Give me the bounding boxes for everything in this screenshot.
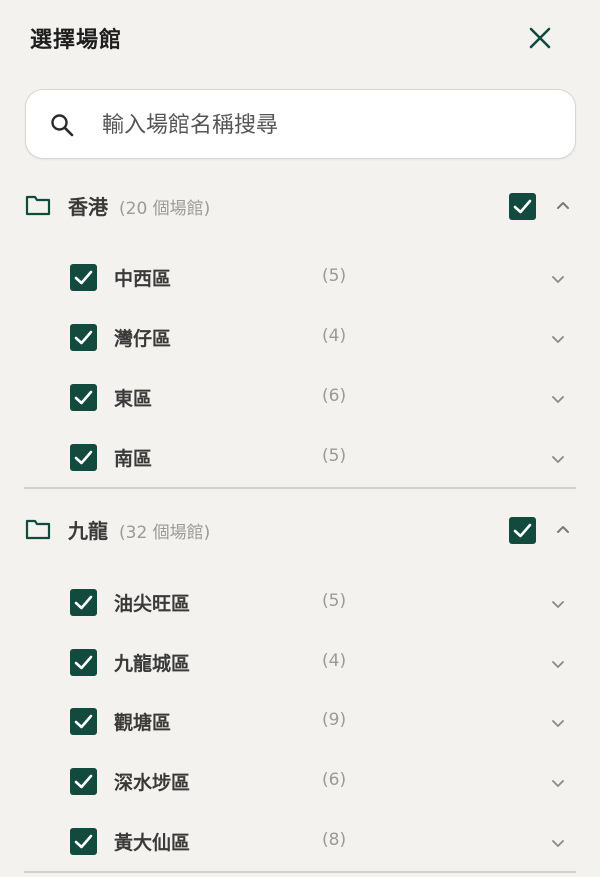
district-count: (5) bbox=[322, 446, 347, 466]
check-icon bbox=[74, 390, 93, 405]
chevron-down-icon[interactable] bbox=[549, 774, 567, 792]
close-icon bbox=[529, 27, 551, 49]
district-checkbox[interactable] bbox=[70, 264, 97, 291]
check-icon bbox=[74, 450, 93, 465]
chevron-down-icon[interactable] bbox=[549, 655, 567, 673]
district-row[interactable]: 九龍城區 (4) bbox=[0, 633, 600, 693]
check-icon bbox=[513, 523, 532, 538]
chevron-down-icon[interactable] bbox=[549, 595, 567, 613]
district-count: (4) bbox=[322, 326, 347, 346]
district-row[interactable]: 灣仔區 (4) bbox=[0, 308, 600, 368]
district-name: 深水埗區 bbox=[114, 772, 191, 794]
district-count: (9) bbox=[322, 710, 347, 730]
group-checkbox-kowloon[interactable] bbox=[509, 517, 536, 544]
header: 選擇場館 bbox=[0, 0, 600, 76]
district-name: 黃大仙區 bbox=[114, 832, 191, 854]
district-count: (8) bbox=[322, 830, 347, 850]
chevron-down-icon[interactable] bbox=[549, 834, 567, 852]
district-count: (5) bbox=[322, 266, 347, 286]
district-checkbox[interactable] bbox=[70, 708, 97, 735]
district-name: 油尖旺區 bbox=[114, 593, 191, 615]
district-row[interactable]: 觀塘區 (9) bbox=[0, 692, 600, 752]
check-icon bbox=[74, 714, 93, 729]
chevron-down-icon[interactable] bbox=[549, 390, 567, 408]
district-name: 觀塘區 bbox=[114, 712, 172, 734]
search-icon bbox=[51, 114, 74, 137]
check-icon bbox=[74, 270, 93, 285]
group-checkbox-hong-kong[interactable] bbox=[509, 193, 536, 220]
district-checkbox[interactable] bbox=[70, 384, 97, 411]
check-icon bbox=[74, 595, 93, 610]
chevron-up-icon[interactable] bbox=[554, 521, 572, 539]
district-checkbox[interactable] bbox=[70, 324, 97, 351]
group-name: 九龍 bbox=[68, 519, 108, 543]
district-row[interactable]: 南區 (5) bbox=[0, 428, 600, 488]
chevron-down-icon[interactable] bbox=[549, 450, 567, 468]
district-row[interactable]: 深水埗區 (6) bbox=[0, 752, 600, 812]
district-count: (6) bbox=[322, 770, 347, 790]
folder-icon bbox=[25, 195, 51, 216]
district-name: 南區 bbox=[114, 448, 153, 470]
page-title: 選擇場館 bbox=[30, 28, 123, 53]
district-count: (5) bbox=[322, 591, 347, 611]
group-hong-kong: 香港 (20 個場館) 中西區 (5) 灣仔區 (4) 東區 (6) 南區 (5… bbox=[0, 178, 600, 488]
search-input[interactable] bbox=[102, 106, 542, 144]
check-icon bbox=[74, 774, 93, 789]
check-icon bbox=[513, 199, 532, 214]
close-button[interactable] bbox=[524, 22, 556, 54]
district-checkbox[interactable] bbox=[70, 649, 97, 676]
district-name: 灣仔區 bbox=[114, 328, 172, 350]
district-row[interactable]: 中西區 (5) bbox=[0, 248, 600, 308]
check-icon bbox=[74, 834, 93, 849]
folder-icon bbox=[25, 519, 51, 540]
group-divider bbox=[24, 871, 576, 873]
district-row[interactable]: 黃大仙區 (8) bbox=[0, 812, 600, 872]
district-row[interactable]: 油尖旺區 (5) bbox=[0, 573, 600, 633]
group-header-kowloon[interactable]: 九龍 (32 個場館) bbox=[0, 502, 600, 558]
group-kowloon: 九龍 (32 個場館) 油尖旺區 (5) 九龍城區 (4) 觀塘區 (9) 深水… bbox=[0, 502, 600, 872]
district-name: 東區 bbox=[114, 388, 153, 410]
district-checkbox[interactable] bbox=[70, 589, 97, 616]
district-name: 九龍城區 bbox=[114, 653, 191, 675]
district-name: 中西區 bbox=[114, 268, 172, 290]
district-checkbox[interactable] bbox=[70, 828, 97, 855]
chevron-down-icon[interactable] bbox=[549, 714, 567, 732]
chevron-up-icon[interactable] bbox=[554, 197, 572, 215]
group-divider bbox=[24, 487, 576, 489]
chevron-down-icon[interactable] bbox=[549, 270, 567, 288]
district-count: (4) bbox=[322, 651, 347, 671]
search-box[interactable] bbox=[25, 89, 576, 159]
group-name: 香港 bbox=[68, 195, 108, 219]
chevron-down-icon[interactable] bbox=[549, 330, 567, 348]
group-venue-count: (20 個場館) bbox=[119, 199, 211, 219]
district-count: (6) bbox=[322, 386, 347, 406]
check-icon bbox=[74, 330, 93, 345]
group-venue-count: (32 個場館) bbox=[119, 523, 211, 543]
check-icon bbox=[74, 655, 93, 670]
group-header-hong-kong[interactable]: 香港 (20 個場館) bbox=[0, 178, 600, 234]
district-checkbox[interactable] bbox=[70, 768, 97, 795]
district-checkbox[interactable] bbox=[70, 444, 97, 471]
district-row[interactable]: 東區 (6) bbox=[0, 368, 600, 428]
